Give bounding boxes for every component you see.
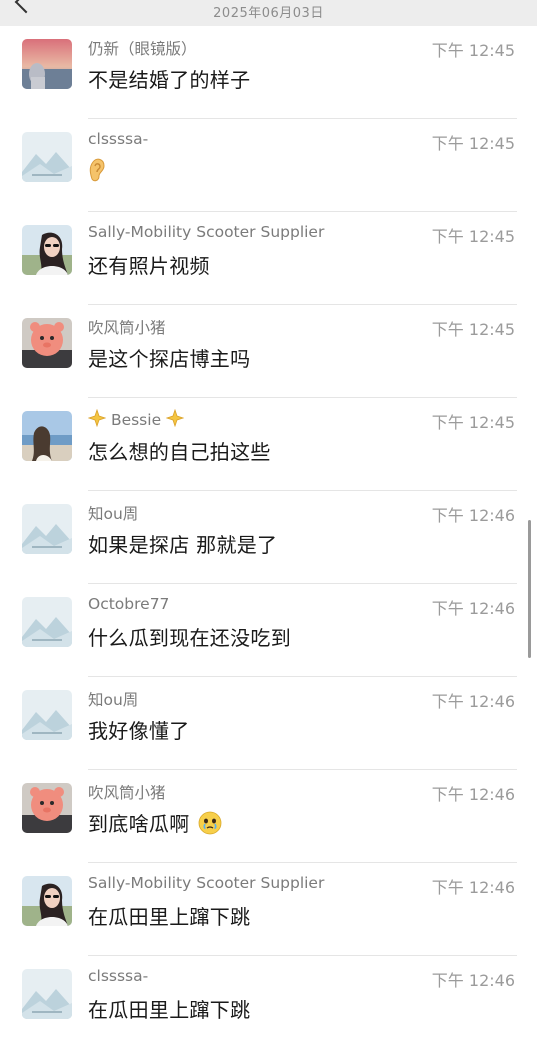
sender-name: Sally-Mobility Scooter Supplier [88, 223, 325, 241]
default-mountain-avatar-icon [22, 597, 72, 647]
message-text: 还有照片视频 [88, 254, 210, 278]
sender-name: clssssa- [88, 967, 149, 985]
message-time: 下午 12:45 [431, 413, 515, 432]
sky-photo-avatar-icon [22, 39, 72, 89]
sender-name: Sally-Mobility Scooter Supplier [88, 874, 325, 892]
avatar[interactable] [22, 783, 72, 833]
scrollbar[interactable] [528, 520, 531, 658]
message-row[interactable]: 吹风筒小猪 下午 12:45 是这个探店博主吗 [0, 305, 537, 398]
message-list: 仍新（眼镜版） 下午 12:45 不是结婚了的样子 clssssa- 下午 12… [0, 26, 537, 1049]
sender-name: 知ou周 [88, 691, 139, 709]
avatar[interactable] [22, 411, 72, 461]
sender-name: clssssa- [88, 130, 149, 148]
message-time: 下午 12:46 [431, 785, 515, 804]
pink-plush-avatar-icon [22, 783, 72, 833]
message-row[interactable]: Sally-Mobility Scooter Supplier 下午 12:45… [0, 212, 537, 305]
message-text: 怎么想的自己拍这些 [88, 440, 271, 464]
default-mountain-avatar-icon [22, 969, 72, 1019]
sender-name: 吹风筒小猪 [88, 319, 166, 337]
message-text: 不是结婚了的样子 [88, 68, 251, 92]
message-row[interactable]: 吹风筒小猪 下午 12:46 到底啥瓜啊 [0, 770, 537, 863]
default-mountain-avatar-icon [22, 504, 72, 554]
avatar[interactable] [22, 597, 72, 647]
beach-photo-avatar-icon [22, 411, 72, 461]
message-time: 下午 12:45 [431, 134, 515, 153]
avatar[interactable] [22, 876, 72, 926]
default-mountain-avatar-icon [22, 690, 72, 740]
message-text: 是这个探店博主吗 [88, 347, 251, 371]
default-mountain-avatar-icon [22, 132, 72, 182]
message-row[interactable]: 知ou周 下午 12:46 如果是探店 那就是了 [0, 491, 537, 584]
message-time: 下午 12:46 [431, 878, 515, 897]
top-bar: 2025年06月03日 [0, 0, 537, 26]
pink-plush-avatar-icon [22, 318, 72, 368]
message-row[interactable]: 仍新（眼镜版） 下午 12:45 不是结婚了的样子 [0, 26, 537, 119]
sparkle-emoji-icon [88, 409, 106, 427]
message-row[interactable]: clssssa- 下午 12:46 在瓜田里上蹿下跳 [0, 956, 537, 1049]
avatar[interactable] [22, 225, 72, 275]
message-time: 下午 12:46 [431, 506, 515, 525]
message-time: 下午 12:45 [431, 41, 515, 60]
woman-sunglasses-avatar-icon [22, 225, 72, 275]
sender-name: Octobre77 [88, 595, 170, 613]
message-time: 下午 12:46 [431, 971, 515, 990]
message-row[interactable]: clssssa- 下午 12:45 [0, 119, 537, 212]
sender-name: Bessie [88, 409, 185, 429]
teary-face-emoji-icon [198, 811, 222, 835]
sender-name: 仍新（眼镜版） [88, 40, 197, 58]
avatar[interactable] [22, 969, 72, 1019]
avatar[interactable] [22, 132, 72, 182]
ear-emoji-icon [89, 158, 105, 182]
sender-name: 吹风筒小猪 [88, 784, 166, 802]
message-text: 如果是探店 那就是了 [88, 533, 278, 557]
message-row[interactable]: Octobre77 下午 12:46 什么瓜到现在还没吃到 [0, 584, 537, 677]
avatar[interactable] [22, 504, 72, 554]
woman-sunglasses-avatar-icon [22, 876, 72, 926]
avatar[interactable] [22, 318, 72, 368]
message-time: 下午 12:45 [431, 227, 515, 246]
date-label: 2025年06月03日 [213, 6, 324, 21]
sparkle-emoji-icon [166, 409, 185, 427]
message-text: 到底啥瓜啊 [88, 808, 222, 837]
message-text [88, 157, 106, 188]
avatar[interactable] [22, 39, 72, 89]
message-row[interactable]: 知ou周 下午 12:46 我好像懂了 [0, 677, 537, 770]
message-time: 下午 12:46 [431, 692, 515, 711]
message-row[interactable]: Bessie 下午 12:45 怎么想的自己拍这些 [0, 398, 537, 491]
message-time: 下午 12:45 [431, 320, 515, 339]
sender-name-text: Bessie [110, 411, 162, 429]
avatar[interactable] [22, 690, 72, 740]
message-row[interactable]: Sally-Mobility Scooter Supplier 下午 12:46… [0, 863, 537, 956]
message-text: 在瓜田里上蹿下跳 [88, 905, 251, 929]
sender-name: 知ou周 [88, 505, 139, 523]
message-time: 下午 12:46 [431, 599, 515, 618]
message-text: 什么瓜到现在还没吃到 [88, 626, 291, 650]
message-text: 我好像懂了 [88, 719, 190, 743]
message-text: 在瓜田里上蹿下跳 [88, 998, 251, 1022]
message-text-content: 到底啥瓜啊 [88, 812, 190, 836]
